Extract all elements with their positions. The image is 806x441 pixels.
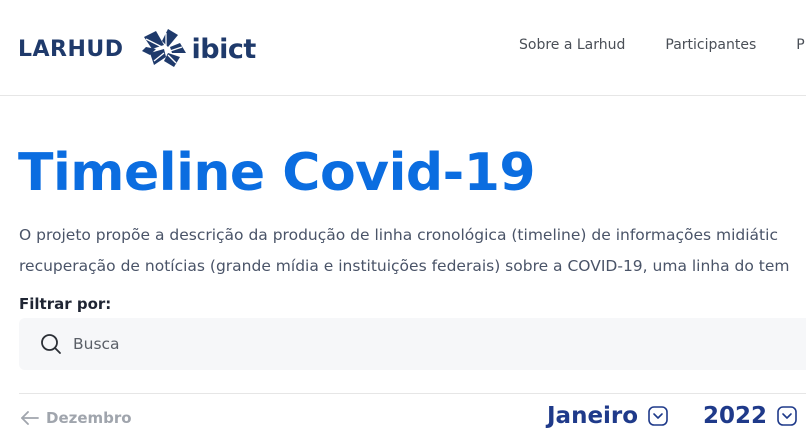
ibict-logo-icon [141, 29, 186, 67]
nav-item-sobre[interactable]: Sobre a Larhud [519, 37, 625, 53]
page-title: Timeline Covid-19 [18, 143, 536, 203]
search-input[interactable] [71, 334, 675, 354]
description-line-1: O projeto propõe a descrição da produção… [19, 226, 778, 244]
filter-label: Filtrar por: [19, 295, 112, 313]
year-select[interactable]: 2022 [703, 403, 797, 429]
chevron-down-icon [777, 406, 797, 426]
previous-month-button[interactable]: Dezembro [20, 409, 132, 427]
month-value: Janeiro [547, 403, 639, 429]
chevron-down-icon [648, 406, 668, 426]
nav-item-truncated[interactable]: P [796, 37, 804, 53]
previous-month-label: Dezembro [46, 409, 132, 427]
site-header: LARHUD ibict Sobre a Larhud Participante… [0, 0, 806, 96]
description-line-2: recuperação de notícias (grande mídia e … [19, 257, 790, 275]
search-bar[interactable] [19, 318, 806, 370]
arrow-left-icon [20, 411, 40, 425]
brand[interactable]: LARHUD ibict [18, 29, 256, 69]
divider [19, 393, 806, 394]
ibict-logo[interactable]: ibict [141, 29, 257, 69]
month-select[interactable]: Janeiro [547, 403, 668, 429]
brand-logo-text[interactable]: LARHUD [18, 37, 124, 62]
year-value: 2022 [703, 403, 768, 429]
search-icon [39, 332, 63, 356]
nav-item-participantes[interactable]: Participantes [665, 37, 756, 53]
page-description: O projeto propõe a descrição da produção… [19, 220, 806, 282]
main-nav: Sobre a Larhud Participantes P [519, 37, 806, 53]
ibict-logo-text: ibict [191, 33, 257, 65]
